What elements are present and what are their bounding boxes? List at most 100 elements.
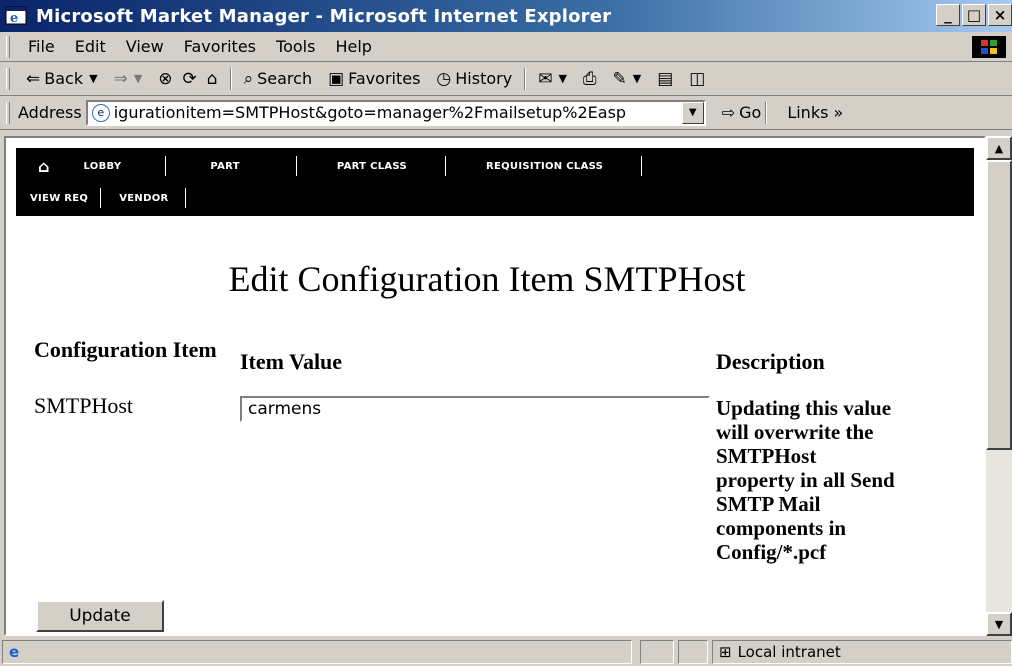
address-label: Address xyxy=(18,103,82,122)
printer-icon: ⎙ xyxy=(582,68,597,89)
nav-separator xyxy=(184,188,186,208)
nav-part-class[interactable]: PART CLASS xyxy=(337,161,407,172)
page-icon: e xyxy=(91,103,110,122)
chevron-down-icon[interactable]: ▼ xyxy=(633,72,641,85)
discuss-button[interactable]: ▤ xyxy=(649,69,681,89)
mail-icon: ✉ xyxy=(538,68,553,89)
site-navigation: ⌂ LOBBY PART PART CLASS REQUISITION CLAS… xyxy=(16,148,974,216)
discuss-icon: ▤ xyxy=(657,68,674,89)
page-status-icon: e xyxy=(9,643,20,661)
item-value-input[interactable]: carmens xyxy=(240,396,710,422)
minimize-button[interactable]: _ xyxy=(936,4,960,26)
go-arrow-icon: ⇨ xyxy=(721,103,736,122)
back-label: Back xyxy=(44,69,84,88)
address-bar: Address e igurationitem=SMTPHost&goto=ma… xyxy=(0,96,1012,130)
history-icon: ◷ xyxy=(436,68,452,89)
nav-separator xyxy=(100,188,102,208)
toolbar-grip[interactable] xyxy=(6,67,10,90)
window-title: Microsoft Market Manager - Microsoft Int… xyxy=(36,5,612,27)
zone-label: Local intranet xyxy=(737,643,841,661)
internet-explorer-icon: e xyxy=(4,5,30,27)
column-header-configuration-item: Configuration Item xyxy=(34,337,217,362)
nav-requisition-class[interactable]: REQUISITION CLASS xyxy=(486,161,603,172)
nav-part[interactable]: PART xyxy=(210,161,239,172)
back-button[interactable]: ⇐ Back ▼ xyxy=(18,69,106,89)
messenger-icon: ◫ xyxy=(689,68,706,89)
address-url[interactable]: igurationitem=SMTPHost&goto=manager%2Fma… xyxy=(114,103,626,122)
history-label: History xyxy=(455,69,513,88)
status-pane-security xyxy=(678,640,708,664)
messenger-button[interactable]: ◫ xyxy=(681,69,713,89)
column-header-item-value: Item Value xyxy=(240,349,343,374)
status-zone-pane: ⊞ Local intranet xyxy=(712,640,1012,664)
search-button[interactable]: ⌕ Search xyxy=(236,69,321,89)
chevron-down-icon[interactable]: ▼ xyxy=(134,72,142,85)
menu-file[interactable]: File xyxy=(18,37,65,56)
scroll-thumb[interactable] xyxy=(986,160,1012,450)
status-bar: e ⊞ Local intranet xyxy=(0,638,1012,666)
standard-toolbar: ⇐ Back ▼ ⇒ ▼ ⊗ ⟳ ⌂ ⌕ Search ▣ Favorites … xyxy=(0,62,1012,96)
links-button[interactable]: Links » xyxy=(787,103,843,122)
svg-text:e: e xyxy=(10,11,18,26)
close-button[interactable]: × xyxy=(988,4,1012,26)
toolbar-separator xyxy=(229,67,232,90)
scroll-down-button[interactable]: ▼ xyxy=(986,612,1012,636)
go-button[interactable]: ⇨ Go xyxy=(722,103,762,122)
page-title: Edit Configuration Item SMTPHost xyxy=(228,259,746,299)
home-button[interactable]: ⌂ xyxy=(199,69,226,89)
vertical-scrollbar[interactable]: ▲ ▼ xyxy=(986,136,1012,636)
nav-separator xyxy=(444,156,446,176)
menu-edit[interactable]: Edit xyxy=(65,37,116,56)
search-label: Search xyxy=(257,69,313,88)
scroll-up-button[interactable]: ▲ xyxy=(986,136,1012,160)
stop-button[interactable]: ⊗ xyxy=(150,69,180,89)
update-button[interactable]: Update xyxy=(36,600,164,632)
search-icon: ⌕ xyxy=(243,68,254,89)
menu-bar: File Edit View Favorites Tools Help xyxy=(0,32,1012,62)
refresh-button[interactable]: ⟳ xyxy=(181,69,199,89)
toolbar-separator xyxy=(524,67,527,90)
favorites-icon: ▣ xyxy=(328,68,345,89)
home-icon: ⌂ xyxy=(206,68,218,89)
menu-tools[interactable]: Tools xyxy=(266,37,325,56)
favorites-button[interactable]: ▣ Favorites xyxy=(320,69,428,89)
go-label: Go xyxy=(739,103,762,122)
windows-logo-icon xyxy=(972,36,1006,58)
address-dropdown-button[interactable]: ▼ xyxy=(681,101,704,124)
chevron-down-icon[interactable]: ▼ xyxy=(558,72,566,85)
menu-help[interactable]: Help xyxy=(325,37,381,56)
maximize-button[interactable]: □ xyxy=(962,4,986,26)
item-description: Updating this value will overwrite the S… xyxy=(716,396,895,564)
status-pane-progress xyxy=(640,640,674,664)
menu-favorites[interactable]: Favorites xyxy=(174,37,266,56)
back-arrow-icon: ⇐ xyxy=(26,68,41,89)
forward-button[interactable]: ⇒ ▼ xyxy=(106,69,151,89)
nav-separator xyxy=(165,156,167,176)
forward-arrow-icon: ⇒ xyxy=(113,68,128,89)
mail-button[interactable]: ✉ ▼ xyxy=(530,69,575,89)
local-intranet-icon: ⊞ xyxy=(719,643,732,661)
stop-icon: ⊗ xyxy=(158,68,173,89)
window-titlebar[interactable]: e Microsoft Market Manager - Microsoft I… xyxy=(0,0,1012,32)
nav-lobby[interactable]: LOBBY xyxy=(83,161,121,172)
print-button[interactable]: ⎙ xyxy=(575,69,605,89)
menu-grip[interactable] xyxy=(6,35,10,58)
column-header-description: Description xyxy=(716,349,825,374)
nav-vendor[interactable]: VENDOR xyxy=(119,193,168,204)
status-text-pane: e xyxy=(2,640,632,664)
nav-separator xyxy=(641,156,643,176)
nav-view-req[interactable]: VIEW REQ xyxy=(30,193,88,204)
edit-icon: ✎ xyxy=(612,68,627,89)
refresh-icon: ⟳ xyxy=(182,68,197,89)
address-input[interactable]: e igurationitem=SMTPHost&goto=manager%2F… xyxy=(85,99,706,126)
toolbar-separator xyxy=(765,101,768,124)
favorites-label: Favorites xyxy=(348,69,421,88)
chevron-down-icon[interactable]: ▼ xyxy=(89,72,97,85)
menu-view[interactable]: View xyxy=(116,37,174,56)
history-button[interactable]: ◷ History xyxy=(428,69,520,89)
home-icon[interactable]: ⌂ xyxy=(38,157,49,176)
address-grip[interactable] xyxy=(6,101,10,124)
nav-separator xyxy=(295,156,297,176)
page-viewport: ⌂ LOBBY PART PART CLASS REQUISITION CLAS… xyxy=(4,136,986,636)
edit-button[interactable]: ✎ ▼ xyxy=(605,69,650,89)
